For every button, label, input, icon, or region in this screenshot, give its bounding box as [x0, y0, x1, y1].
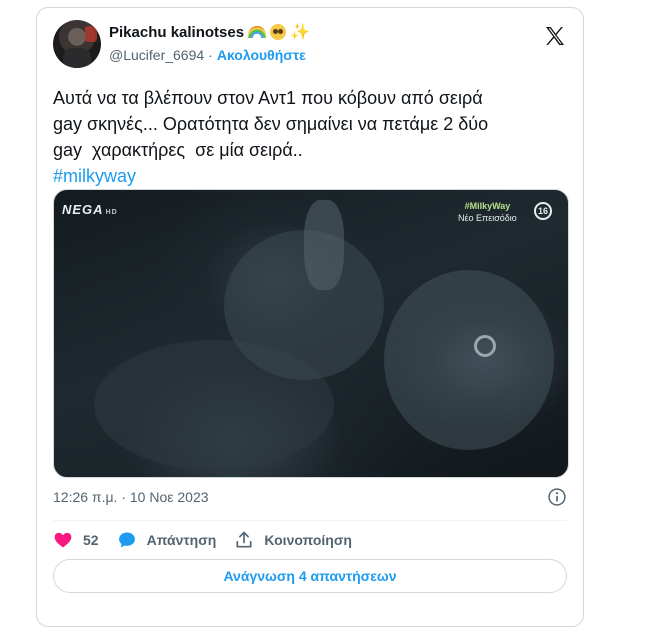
tweet-date: 10 Νοε 2023	[129, 489, 209, 505]
age-rating-badge: 16	[534, 202, 552, 220]
heart-icon	[54, 532, 72, 548]
media-hand	[304, 200, 344, 290]
like-button[interactable]: 52	[53, 530, 99, 550]
rainbow-emoji-icon	[248, 26, 267, 38]
divider	[53, 520, 567, 521]
show-hashtag: #MilkyWay	[464, 201, 511, 211]
tweet-media-image[interactable]: NEGA HD #MilkyWay Νέο Επεισόδιο 16	[53, 189, 569, 478]
pleading-face-emoji-icon	[270, 24, 287, 40]
tweet-line: gay χαρακτήρες σε μία σειρά..	[53, 140, 303, 160]
channel-logo: NEGA HD	[62, 202, 118, 217]
info-icon[interactable]	[547, 487, 567, 507]
handle-separator: ·	[208, 47, 213, 63]
follow-button[interactable]: Ακολουθήστε	[217, 47, 306, 63]
show-subtitle: Νέο Επεισόδιο	[458, 213, 517, 223]
display-name[interactable]: Pikachu kalinotses	[109, 24, 244, 41]
sparkles-emoji-icon: ✨	[290, 24, 310, 41]
tweet-line: Αυτά να τα βλέπουν στον Αντ1 που κόβουν …	[53, 88, 483, 108]
handle-row: @Lucifer_6694 · Ακολουθήστε	[109, 47, 306, 63]
meta-separator: ·	[121, 489, 126, 505]
tweet-card[interactable]: Pikachu kalinotses ✨ @Lucifer_6694 · Ακο…	[36, 7, 584, 627]
read-replies-button[interactable]: Ανάγνωση 4 απαντήσεων	[53, 559, 567, 593]
avatar[interactable]	[53, 20, 101, 68]
share-button[interactable]: Κοινοποίηση	[234, 530, 352, 550]
like-count: 52	[83, 532, 99, 548]
channel-hd: HD	[105, 209, 118, 216]
tweet-time: 12:26 π.μ.	[53, 489, 118, 505]
avatar-figure	[63, 48, 91, 68]
speech-bubble-icon	[118, 532, 135, 548]
reply-label: Απάντηση	[146, 532, 217, 548]
hashtag-link[interactable]: #milkyway	[53, 163, 563, 189]
media-earring	[474, 335, 496, 357]
reply-button[interactable]: Απάντηση	[117, 530, 217, 550]
show-overlay: #MilkyWay Νέο Επεισόδιο	[458, 200, 517, 224]
action-bar: 52 Απάντηση Κοινοποίηση	[53, 528, 370, 552]
media-figure-right	[384, 270, 554, 450]
channel-logo-text: NEGA	[62, 202, 104, 217]
timestamp[interactable]: 12:26 π.μ. · 10 Νοε 2023	[53, 489, 209, 505]
share-upload-icon	[236, 531, 252, 548]
tweet-text: Αυτά να τα βλέπουν στον Αντ1 που κόβουν …	[53, 85, 563, 189]
user-handle[interactable]: @Lucifer_6694	[109, 47, 204, 63]
name-row: Pikachu kalinotses ✨	[109, 22, 310, 42]
x-logo-icon[interactable]	[543, 24, 567, 48]
tweet-line: gay σκηνές... Ορατότητα δεν σημαίνει να …	[53, 114, 489, 134]
avatar-accent	[85, 26, 97, 42]
share-label: Κοινοποίηση	[264, 532, 352, 548]
